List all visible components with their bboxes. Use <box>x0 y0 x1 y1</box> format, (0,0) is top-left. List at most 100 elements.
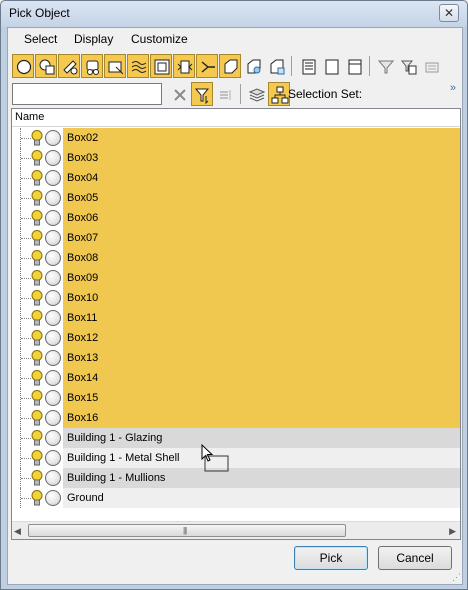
display-dependents-button[interactable] <box>343 54 365 78</box>
filter-shapes-button[interactable] <box>35 54 57 78</box>
lightbulb-icon[interactable] <box>30 389 44 407</box>
visibility-toggle-icon[interactable] <box>45 150 61 166</box>
list-item[interactable]: Box12 <box>12 328 460 348</box>
list-item[interactable]: Box08 <box>12 248 460 268</box>
menu-customize[interactable]: Customize <box>131 32 188 46</box>
lightbulb-icon[interactable] <box>30 229 44 247</box>
find-filter-button[interactable] <box>191 82 213 106</box>
lightbulb-icon[interactable] <box>30 469 44 487</box>
toolbar-overflow-chevron-icon[interactable]: » <box>450 82 456 94</box>
scrollbar-thumb[interactable]: ||| <box>28 524 346 537</box>
visibility-toggle-icon[interactable] <box>45 350 61 366</box>
filter-spacewarps-button[interactable] <box>127 54 149 78</box>
filter-containers-button[interactable] <box>219 54 241 78</box>
lightbulb-icon[interactable] <box>30 409 44 427</box>
row-background <box>63 248 460 268</box>
visibility-toggle-icon[interactable] <box>45 370 61 386</box>
visibility-toggle-icon[interactable] <box>45 210 61 226</box>
close-button[interactable]: ✕ <box>439 4 459 22</box>
sort-by-layer-button[interactable] <box>245 82 267 106</box>
menu-select[interactable]: Select <box>24 32 57 46</box>
lightbulb-icon[interactable] <box>30 249 44 267</box>
lightbulb-icon[interactable] <box>30 329 44 347</box>
visibility-toggle-icon[interactable] <box>45 290 61 306</box>
list-item[interactable]: Building 1 - Glazing <box>12 428 460 448</box>
lightbulb-icon[interactable] <box>30 429 44 447</box>
title-bar[interactable]: Pick Object ✕ <box>1 1 467 27</box>
visibility-toggle-icon[interactable] <box>45 170 61 186</box>
list-item[interactable]: Box07 <box>12 228 460 248</box>
visibility-toggle-icon[interactable] <box>45 390 61 406</box>
funnel-icon <box>377 60 395 74</box>
filter-helpers-button[interactable] <box>104 54 126 78</box>
pick-button[interactable]: Pick <box>294 546 368 570</box>
list-item[interactable]: Ground <box>12 488 460 508</box>
filter-cameras-button[interactable] <box>81 54 103 78</box>
search-input[interactable] <box>12 83 162 105</box>
list-item[interactable]: Box10 <box>12 288 460 308</box>
filter-options-button[interactable] <box>374 54 396 78</box>
visibility-toggle-icon[interactable] <box>45 130 61 146</box>
resize-grip-icon[interactable]: ⋰ <box>452 572 461 583</box>
sort-by-hierarchy-button[interactable] <box>268 82 290 106</box>
filter-bones-button[interactable] <box>196 54 218 78</box>
list-item[interactable]: Box14 <box>12 368 460 388</box>
filter-by-type-button[interactable] <box>397 54 419 78</box>
visibility-toggle-icon[interactable] <box>45 270 61 286</box>
visibility-toggle-icon[interactable] <box>45 490 61 506</box>
menu-display[interactable]: Display <box>74 32 113 46</box>
visibility-toggle-icon[interactable] <box>45 230 61 246</box>
lightbulb-icon[interactable] <box>30 269 44 287</box>
visibility-toggle-icon[interactable] <box>45 250 61 266</box>
filter-lights-button[interactable] <box>58 54 80 78</box>
clear-search-button[interactable] <box>168 82 190 106</box>
filter-settings-button[interactable] <box>420 54 442 78</box>
list-item[interactable]: Box04 <box>12 168 460 188</box>
visibility-toggle-icon[interactable] <box>45 330 61 346</box>
sort-button[interactable] <box>214 82 236 106</box>
list-item[interactable]: Box13 <box>12 348 460 368</box>
mouse-cursor-icon <box>201 444 229 472</box>
visibility-toggle-icon[interactable] <box>45 310 61 326</box>
list-item[interactable]: Building 1 - Metal Shell <box>12 448 460 468</box>
visibility-toggle-icon[interactable] <box>45 190 61 206</box>
display-influences-button[interactable] <box>320 54 342 78</box>
list-item[interactable]: Box16 <box>12 408 460 428</box>
list-item[interactable]: Building 1 - Mullions <box>12 468 460 488</box>
visibility-toggle-icon[interactable] <box>45 430 61 446</box>
lightbulb-icon[interactable] <box>30 129 44 147</box>
column-header-name[interactable]: Name <box>12 109 460 127</box>
visibility-toggle-icon[interactable] <box>45 470 61 486</box>
filter-hidden-button[interactable] <box>265 54 287 78</box>
lightbulb-icon[interactable] <box>30 489 44 507</box>
lightbulb-icon[interactable] <box>30 209 44 227</box>
list-item[interactable]: Box03 <box>12 148 460 168</box>
list-item[interactable]: Box05 <box>12 188 460 208</box>
object-name: Box12 <box>67 332 99 344</box>
visibility-toggle-icon[interactable] <box>45 410 61 426</box>
visibility-toggle-icon[interactable] <box>45 450 61 466</box>
object-list[interactable]: Name Box02 Box03 Box04 Box05 Box06 Box07 Box08… <box>11 108 461 540</box>
lightbulb-icon[interactable] <box>30 169 44 187</box>
lightbulb-icon[interactable] <box>30 309 44 327</box>
lightbulb-icon[interactable] <box>30 189 44 207</box>
list-item[interactable]: Box15 <box>12 388 460 408</box>
lightbulb-icon[interactable] <box>30 289 44 307</box>
display-children-button[interactable] <box>297 54 319 78</box>
horizontal-scrollbar[interactable]: ◀ ||| ▶ <box>12 521 460 539</box>
filter-xrefs-button[interactable] <box>173 54 195 78</box>
list-item[interactable]: Box06 <box>12 208 460 228</box>
filter-frozen-button[interactable] <box>242 54 264 78</box>
lightbulb-icon[interactable] <box>30 369 44 387</box>
list-item[interactable]: Box02 <box>12 128 460 148</box>
list-item[interactable]: Box09 <box>12 268 460 288</box>
list-item[interactable]: Box11 <box>12 308 460 328</box>
cancel-button[interactable]: Cancel <box>378 546 452 570</box>
lightbulb-icon[interactable] <box>30 449 44 467</box>
lightbulb-icon[interactable] <box>30 349 44 367</box>
lightbulb-icon[interactable] <box>30 149 44 167</box>
scroll-right-arrow-icon[interactable]: ▶ <box>449 526 456 537</box>
filter-groups-button[interactable] <box>150 54 172 78</box>
filter-geometry-button[interactable] <box>12 54 34 78</box>
scroll-left-arrow-icon[interactable]: ◀ <box>14 526 21 537</box>
